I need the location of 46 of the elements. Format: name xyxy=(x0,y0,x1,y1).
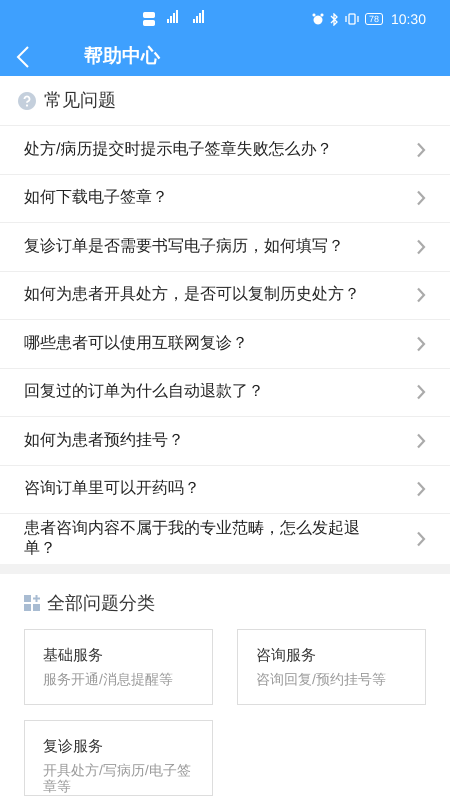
faq-item[interactable]: 如何下载电子签章？ xyxy=(0,174,450,223)
faq-item[interactable]: 如何为患者预约挂号？ xyxy=(0,417,450,466)
chevron-right-icon xyxy=(416,336,426,352)
chevron-right-icon xyxy=(416,531,426,547)
status-time: 10:30 xyxy=(390,10,426,28)
question-text: 如何为患者开具处方，是否可以复制历史处方？ xyxy=(24,285,361,306)
chevron-right-icon xyxy=(416,190,426,206)
question-text: 患者咨询内容不属于我的专业范畴，怎么发起退单？ xyxy=(24,519,361,559)
question-text: 如何下载电子签章？ xyxy=(24,188,169,208)
question-text: 咨询订单里可以开药吗？ xyxy=(24,479,201,500)
category-card[interactable]: 咨询服务 咨询回复/预约挂号等 xyxy=(237,629,426,705)
chevron-right-icon xyxy=(416,432,426,449)
question-text: 处方/病历提交时提示电子签章失败怎么办？ xyxy=(24,140,334,160)
faq-item[interactable]: 处方/病历提交时提示电子签章失败怎么办？ xyxy=(0,126,450,174)
chevron-right-icon xyxy=(416,481,426,498)
category-description: 开具处方/写病历/电子签章等 xyxy=(43,762,192,794)
category-title: 复诊服务 xyxy=(43,737,104,757)
faq-item[interactable]: 回复过的订单为什么自动退款了？ xyxy=(0,368,450,417)
faq-item[interactable]: 复诊订单是否需要书写电子病历，如何填写？ xyxy=(0,223,450,272)
help-icon xyxy=(18,92,36,110)
grid-icon xyxy=(24,595,41,612)
chevron-right-icon xyxy=(416,142,426,158)
faq-item[interactable]: 如何为患者开具处方，是否可以复制历史处方？ xyxy=(0,272,450,320)
chevron-right-icon xyxy=(416,384,426,400)
section-title: 全部问题分类 xyxy=(47,592,155,615)
category-description: 咨询回复/预约挂号等 xyxy=(256,671,387,687)
category-title: 咨询服务 xyxy=(256,646,317,666)
vibrate-icon xyxy=(344,13,359,25)
faq-item[interactable]: 患者咨询内容不属于我的专业范畴，怎么发起退单？ xyxy=(0,514,450,564)
category-card[interactable]: 复诊服务 开具处方/写病历/电子签章等 xyxy=(24,720,213,796)
question-text: 如何为患者预约挂号？ xyxy=(24,430,185,451)
category-title: 基础服务 xyxy=(43,646,104,666)
question-text: 回复过的订单为什么自动退款了？ xyxy=(24,382,265,402)
question-text: 复诊订单是否需要书写电子病历，如何填写？ xyxy=(24,236,345,257)
category-description: 服务开通/消息提醒等 xyxy=(43,671,174,687)
alarm-icon xyxy=(312,13,324,25)
category-card[interactable]: 基础服务 服务开通/消息提醒等 xyxy=(24,629,213,705)
chevron-right-icon xyxy=(416,238,426,255)
section-title: 常见问题 xyxy=(44,89,116,112)
question-text: 哪些患者可以使用互联网复诊？ xyxy=(24,334,249,354)
bluetooth-icon xyxy=(330,12,339,26)
faq-item[interactable]: 哪些患者可以使用互联网复诊？ xyxy=(0,320,450,368)
battery-level: 78 xyxy=(364,13,383,25)
page-title: 帮助中心 xyxy=(84,44,160,69)
faq-item[interactable]: 咨询订单里可以开药吗？ xyxy=(0,466,450,514)
chevron-right-icon xyxy=(416,287,426,304)
